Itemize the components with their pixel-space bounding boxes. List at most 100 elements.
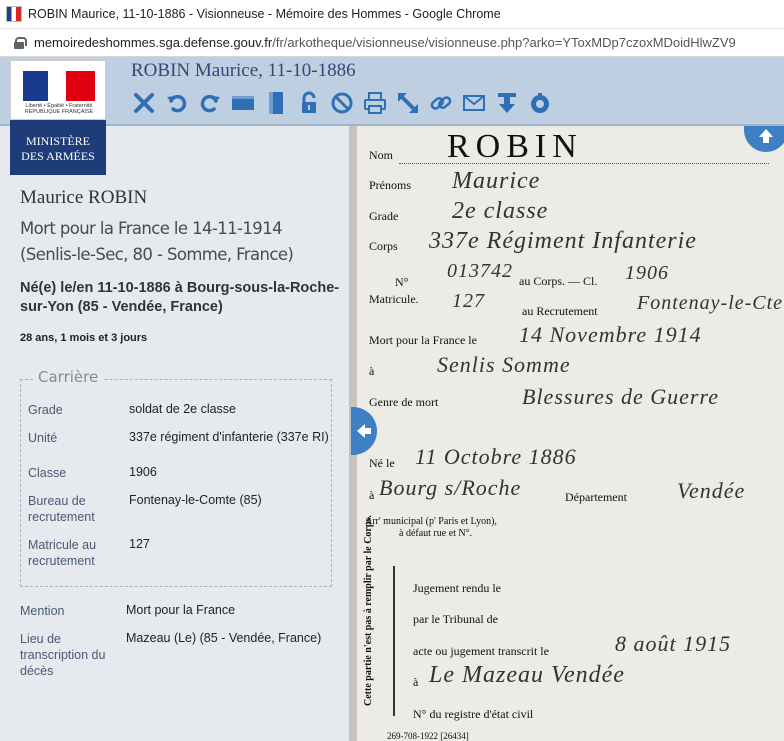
doc-tribunal-label: par le Tribunal de — [413, 612, 498, 626]
doc-recrut-value: Fontenay-le-Cte — [637, 292, 784, 314]
ministry-badge[interactable]: MINISTÈRE DES ARMÉES — [10, 120, 106, 175]
doc-lieu-naiss-value: Bourg s/Roche — [379, 475, 522, 500]
lieu-transcription-row: Lieu de transcription du décès Mazeau (L… — [20, 631, 350, 681]
doc-corps-label: Corps — [369, 239, 398, 253]
arrow-up-icon — [759, 129, 773, 143]
doc-au-recrut-label: au Recrutement — [522, 304, 598, 318]
doc-prenoms-value: Maurice — [452, 168, 541, 194]
doc-mort-value: 14 Novembre 1914 — [519, 322, 702, 347]
lock-button[interactable] — [296, 90, 322, 116]
link-icon — [430, 96, 452, 110]
expand-icon — [398, 93, 418, 113]
doc-arr-label: Arr' municipal (p' Paris et Lyon), — [365, 516, 497, 527]
close-icon — [134, 93, 154, 113]
career-label: Classe — [28, 466, 67, 480]
doc-mort-label: Mort pour la France le — [369, 333, 477, 347]
vertical-fit-icon — [269, 92, 283, 114]
viewer-toolbar — [131, 90, 553, 116]
career-fieldset: Carrière Grade soldat de 2e classe Unité… — [20, 368, 333, 587]
undo-icon — [167, 94, 187, 113]
marianne-flag-icon — [23, 71, 95, 101]
ministry-line2: DES ARMÉES — [21, 149, 95, 163]
dotted-line — [399, 163, 769, 164]
window-titlebar: ROBIN Maurice, 11-10-1886 - Visionneuse … — [0, 0, 784, 29]
doc-a-label: à — [369, 364, 375, 378]
restrict-button[interactable] — [329, 90, 355, 116]
career-value: 127 — [129, 537, 150, 551]
doc-registre-label: N° du registre d'état civil — [413, 707, 534, 721]
lieu-transcription-label: Lieu de transcription du décès — [20, 632, 106, 678]
career-row-unite: Unité 337e régiment d'infanterie (337e R… — [21, 430, 333, 464]
permalink-button[interactable] — [428, 90, 454, 116]
doc-grade-label: Grade — [369, 209, 399, 223]
republique-logo[interactable]: Liberté • Égalité • Fraternité RÉPUBLIQU… — [10, 60, 106, 120]
doc-recrut-number: 127 — [452, 290, 485, 312]
document-title: ROBIN Maurice, 11-10-1886 — [131, 60, 356, 81]
doc-side-label: Cette partie n'est pas à remplir par le … — [363, 515, 374, 706]
doc-lieu-mort-value: Senlis Somme — [437, 352, 571, 377]
window-title: ROBIN Maurice, 11-10-1886 - Visionneuse … — [28, 7, 501, 21]
scanned-page[interactable]: Nom ROBIN Prénoms Maurice Grade 2e class… — [357, 126, 784, 741]
career-row-grade: Grade soldat de 2e classe — [21, 402, 333, 422]
doc-nom-label: Nom — [369, 148, 393, 162]
no-entry-icon — [331, 92, 353, 114]
birth-info: Né(e) le/en 11-10-1886 à Bourg-sous-la-R… — [20, 280, 340, 315]
print-icon — [364, 92, 386, 114]
death-info: Mort pour la France le 14-11-1914 (Senli… — [20, 219, 294, 264]
doc-matricule-label: Matricule. — [369, 292, 419, 306]
career-label: Matricule au recrutement — [28, 538, 97, 568]
career-label: Bureau de recrutement — [28, 494, 95, 524]
mention-value: Mort pour la France — [126, 603, 236, 617]
doc-classe-value: 1906 — [625, 262, 669, 284]
doc-corps-value: 337e Régiment Infanterie — [429, 228, 697, 254]
doc-prenoms-label: Prénoms — [369, 178, 411, 192]
doc-acte-value: 8 août 1915 — [615, 631, 732, 656]
doc-departement-value: Vendée — [677, 478, 746, 503]
rotate-right-button[interactable] — [197, 90, 223, 116]
doc-defaut-label: à défaut rue et N°. — [399, 528, 473, 539]
career-value: Fontenay-le-Comte (85) — [129, 493, 262, 507]
fullscreen-button[interactable] — [395, 90, 421, 116]
fit-width-button[interactable] — [230, 90, 256, 116]
doc-nom-value: ROBIN — [447, 128, 583, 165]
doc-departement-label: Département — [565, 490, 627, 504]
career-label: Grade — [28, 403, 63, 417]
rotate-left-button[interactable] — [164, 90, 190, 116]
document-viewer[interactable]: Nom ROBIN Prénoms Maurice Grade 2e class… — [351, 126, 784, 741]
doc-a2-label: à — [369, 488, 375, 502]
career-value: 1906 — [129, 465, 157, 479]
fit-height-button[interactable] — [263, 90, 289, 116]
print-button[interactable] — [362, 90, 388, 116]
download-button[interactable] — [494, 90, 520, 116]
career-row-matricule: Matricule au recrutement 127 — [21, 537, 333, 571]
close-button[interactable] — [131, 90, 157, 116]
age-info: 28 ans, 1 mois et 3 jours — [20, 332, 148, 344]
favicon-icon — [6, 6, 22, 22]
ministry-line1: MINISTÈRE — [26, 134, 90, 148]
horizontal-fit-icon — [232, 96, 254, 110]
mention-label: Mention — [20, 604, 65, 618]
viewer-header: ROBIN Maurice, 11-10-1886 — [0, 57, 784, 126]
lifebuoy-icon — [531, 93, 549, 113]
redo-icon — [200, 94, 220, 113]
lock-icon[interactable] — [14, 36, 27, 49]
career-label: Unité — [28, 431, 58, 445]
lock-icon — [302, 91, 316, 113]
career-legend: Carrière — [33, 368, 104, 386]
url-text[interactable]: memoiredeshommes.sga.defense.gouv.fr/fr/… — [34, 35, 736, 50]
doc-no-label: N° — [395, 275, 409, 289]
logo-motto: Liberté • Égalité • Fraternité RÉPUBLIQU… — [24, 103, 94, 115]
url-host: memoiredeshommes.sga.defense.gouv.fr — [34, 35, 273, 50]
mail-icon — [463, 95, 485, 111]
arrow-left-icon — [357, 424, 371, 438]
url-path: /fr/arkotheque/visionneuse/visionneuse.p… — [272, 35, 736, 50]
email-button[interactable] — [461, 90, 487, 116]
help-button[interactable] — [527, 90, 553, 116]
doc-genre-label: Genre de mort — [369, 395, 439, 409]
doc-ne-value: 11 Octobre 1886 — [415, 444, 577, 469]
doc-grade-value: 2e classe — [452, 198, 549, 224]
career-row-classe: Classe 1906 — [21, 465, 333, 485]
doc-jugement-label: Jugement rendu le — [413, 581, 501, 595]
address-bar[interactable]: memoiredeshommes.sga.defense.gouv.fr/fr/… — [0, 29, 784, 57]
doc-acte-label: acte ou jugement transcrit le — [413, 644, 549, 658]
